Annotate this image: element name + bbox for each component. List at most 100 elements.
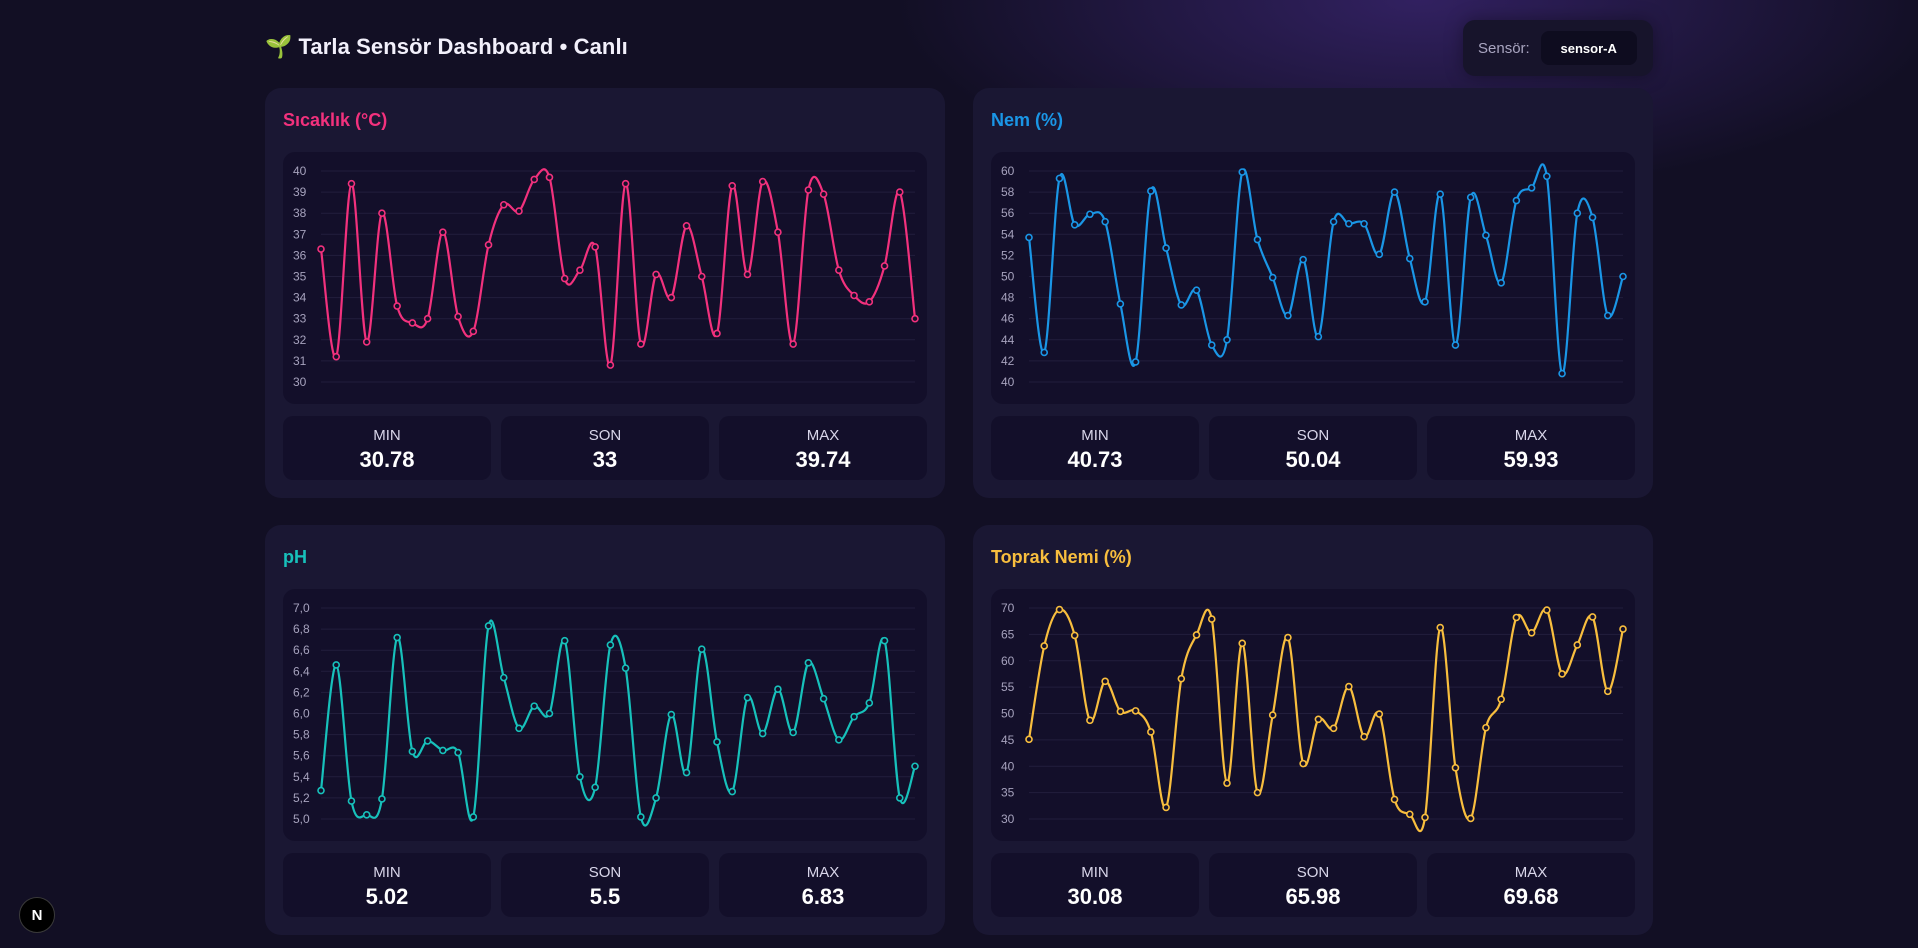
stat-min: MIN 5.02 [283,853,491,917]
data-point [1070,631,1079,640]
data-point [1025,735,1033,744]
data-point [347,797,356,805]
y-tick-label: 54 [1001,227,1015,241]
stat-min: MIN 30.08 [991,853,1199,917]
data-point [454,312,462,321]
data-point [423,314,432,323]
stat-last-label: SON [588,864,622,881]
stat-max-value: 69.68 [1503,884,1559,909]
stat-min-label: MIN [373,427,401,444]
data-point [850,712,858,721]
y-tick-label: 31 [293,354,307,368]
data-point [1543,606,1551,614]
data-point [1040,642,1049,650]
data-point [880,636,889,645]
data-point [1619,625,1627,633]
data-point [911,314,919,323]
stat-last-value: 33 [592,447,618,472]
y-tick-label: 5,2 [293,791,310,805]
data-point [880,262,889,270]
data-point [1619,272,1627,281]
data-point [484,622,493,630]
data-point [408,319,417,327]
stat-max-label: MAX [806,427,840,444]
y-tick-label: 6,6 [293,643,310,657]
sensor-select[interactable]: sensor-A [1540,31,1637,65]
data-point [1238,168,1247,176]
data-point [1345,219,1353,228]
data-point [1588,613,1597,621]
data-point [469,813,478,821]
y-tick-label: 52 [1001,248,1015,262]
card-title: Sıcaklık (°C) [283,110,388,130]
data-point [667,293,676,302]
data-point [1147,187,1155,195]
data-point [743,693,752,702]
soil-moisture-card: Toprak Nemi (%) 30 35 40 45 50 55 60 65 70 MIN 30… [973,525,1653,935]
data-point [439,746,447,755]
data-point [713,329,721,338]
data-point [530,175,539,184]
sensor-label: Sensör: [1478,39,1530,57]
data-point [560,274,569,283]
data-point [499,200,508,209]
data-point [1436,623,1445,632]
y-tick-label: 40 [293,164,307,178]
data-point [1299,759,1307,768]
data-point [667,710,676,719]
dev-tools-badge[interactable]: N [19,897,55,933]
y-tick-label: 70 [1001,601,1015,615]
data-point [1284,311,1292,320]
data-point [560,636,569,645]
data-point [1390,795,1399,804]
data-point [1543,172,1551,181]
data-point [1162,803,1170,812]
data-point [652,270,660,279]
data-point [1116,707,1125,716]
y-tick-label: 7,0 [293,601,310,615]
data-point [1268,273,1277,282]
data-point [819,694,828,703]
data-point [911,762,919,771]
data-point [621,664,630,672]
temperature-chart: 30 31 32 33 34 35 36 37 38 39 40 [293,164,919,389]
y-tick-label: 60 [1001,164,1015,178]
ph-chart: 5,0 5,2 5,4 5,6 5,8 6,0 6,2 6,4 6,6 6,8 7,0 [293,601,919,827]
data-point [1345,682,1353,691]
data-point [1360,732,1368,741]
temperature-card: Sıcaklık (°C) 30 31 32 33 34 35 36 37 38 39 40 MIN… [265,88,945,498]
data-point [758,177,767,186]
stat-last: SON 50.04 [1209,416,1417,480]
stat-max-label: MAX [1514,427,1548,444]
chart-area: 40 42 44 46 48 50 52 54 56 58 60 [991,152,1635,404]
y-tick-label: 5,8 [293,728,310,742]
data-point [439,228,447,236]
stat-min-label: MIN [1081,427,1109,444]
y-tick-label: 56 [1001,206,1015,220]
data-point [1147,728,1155,736]
series-line [1027,163,1625,375]
sensor-picker: Sensör: sensor-A [1463,20,1653,76]
data-point [1192,631,1201,639]
data-point [804,659,813,667]
data-point [1573,641,1582,649]
dashboard: 🌱 Tarla Sensör Dashboard • Canlı Sensör: … [265,0,1653,935]
data-point [789,728,797,737]
data-point [682,222,691,230]
data-point [697,272,706,281]
data-point [1055,174,1064,183]
data-point [1086,210,1094,219]
stat-min-value: 30.08 [1067,884,1123,909]
y-tick-label: 45 [1001,733,1015,747]
stat-max: MAX 39.74 [719,416,927,480]
y-tick-label: 5,4 [293,770,310,784]
page-title-text: Tarla Sensör Dashboard • Canlı [298,34,628,59]
data-point [1482,723,1490,732]
data-point [713,738,721,746]
data-point [545,173,554,182]
stat-last-value: 5.5 [589,884,621,909]
data-point [1223,336,1231,344]
humidity-card: Nem (%) 40 42 44 46 48 50 52 54 56 58 60 MIN 40.73 … [973,88,1653,498]
data-point [1527,628,1536,637]
y-tick-label: 65 [1001,627,1015,641]
